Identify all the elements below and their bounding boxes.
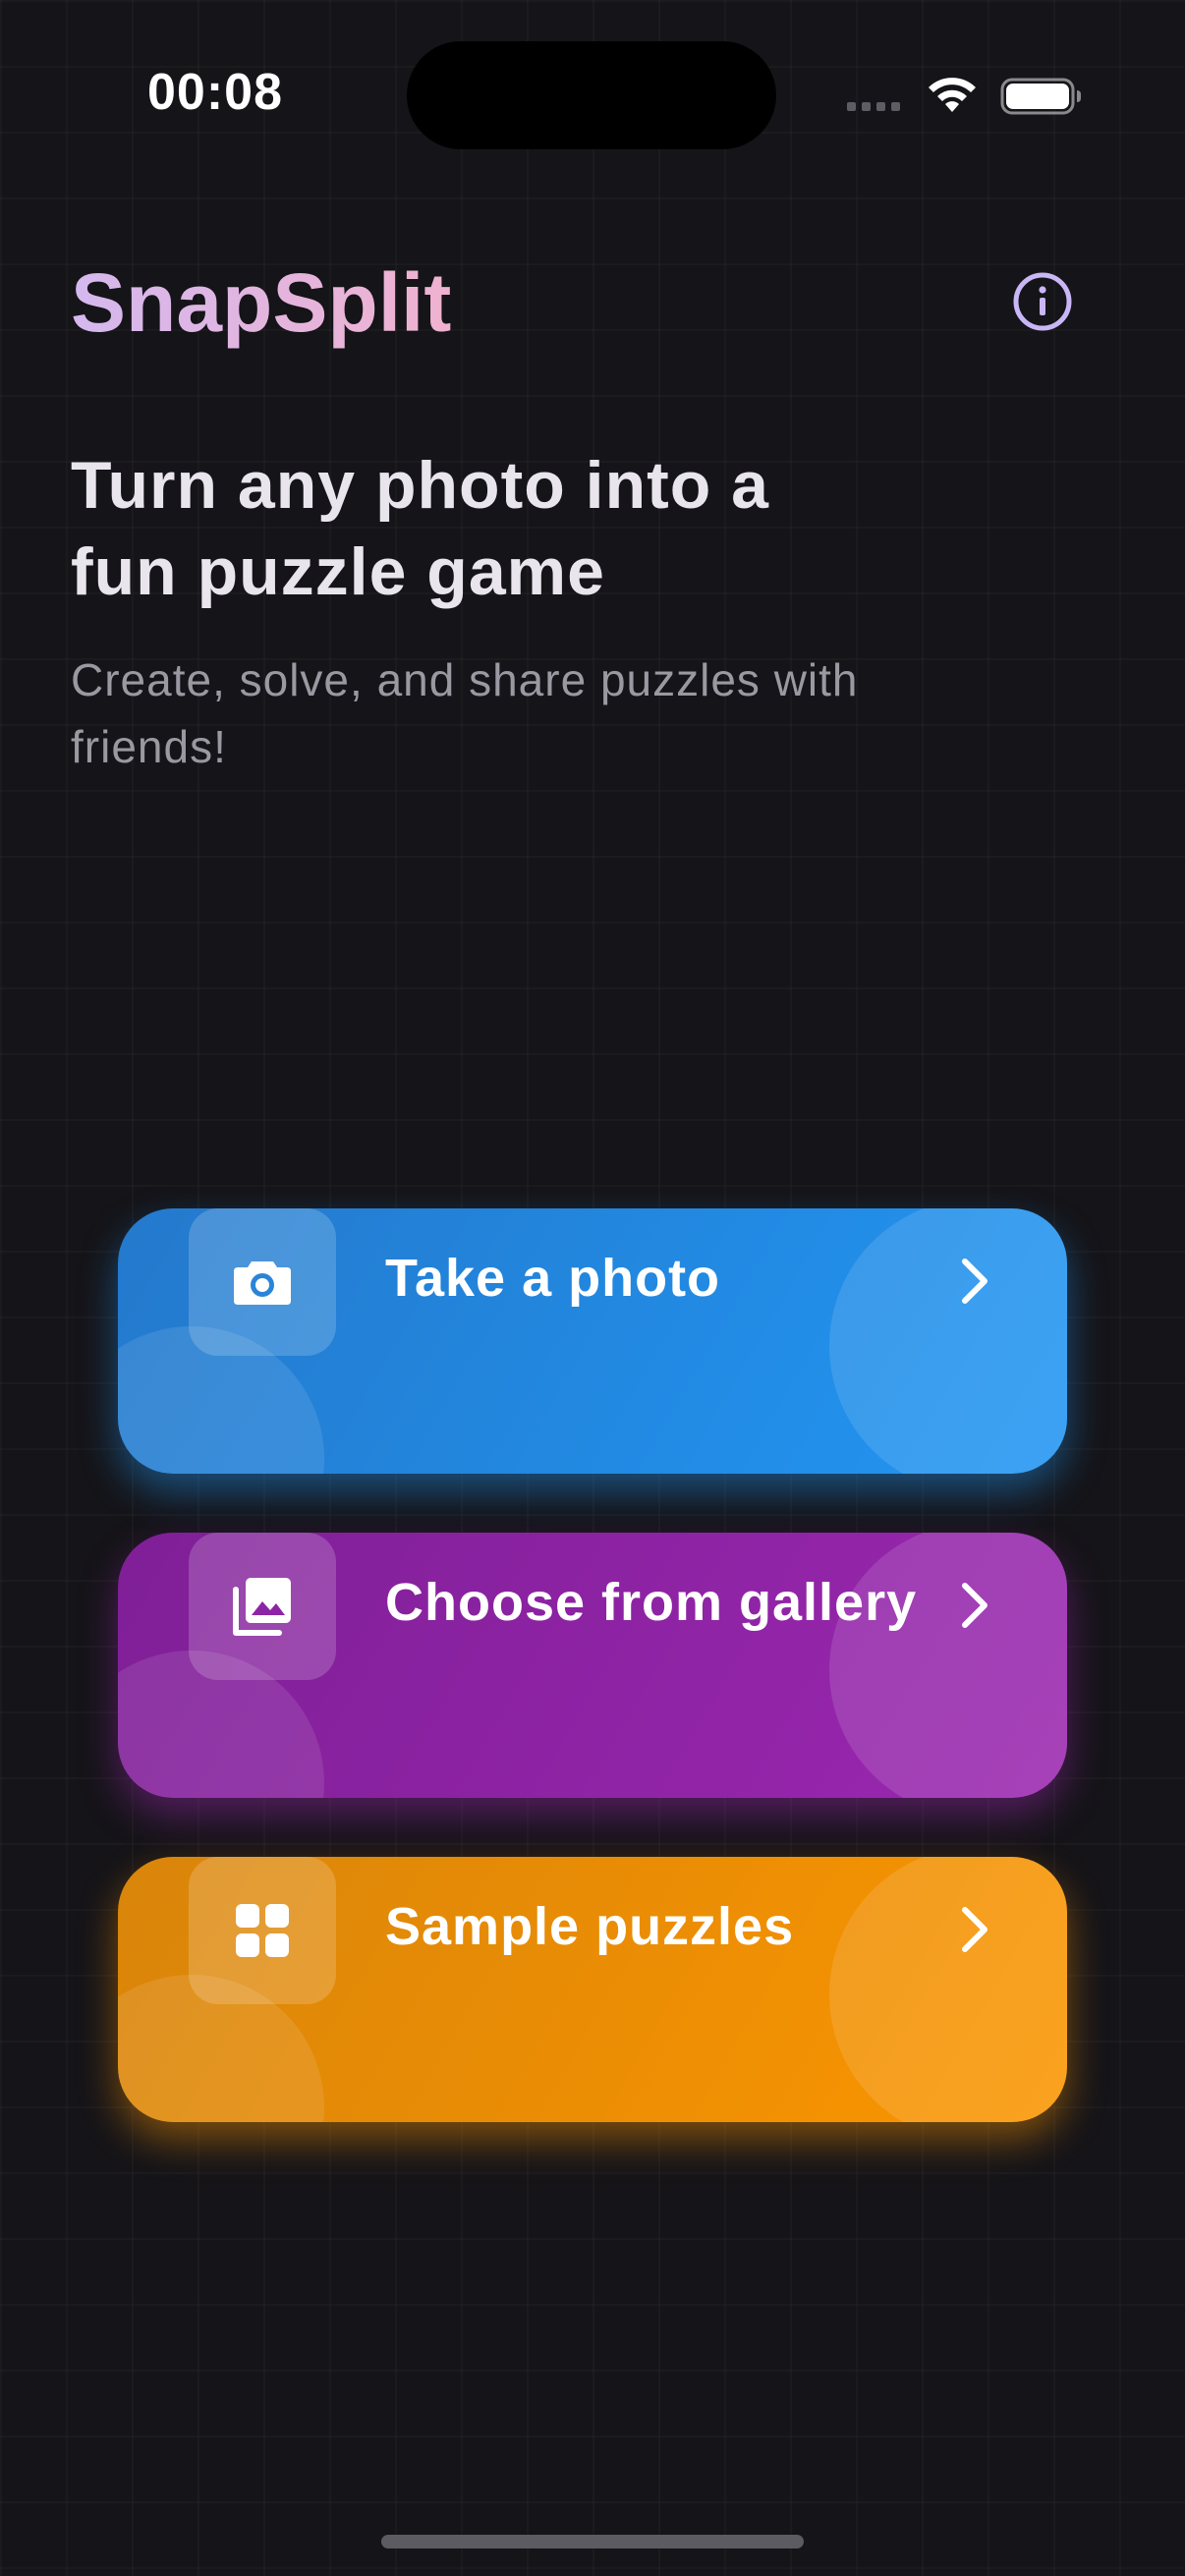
info-icon[interactable]: [1012, 271, 1073, 332]
app-title: SnapSplit: [71, 253, 451, 352]
chevron-right-icon: [962, 1907, 988, 1952]
headline-line-2: fun puzzle game: [71, 534, 605, 609]
decorative-bubble: [829, 1857, 1067, 2122]
home-indicator[interactable]: [381, 2535, 804, 2548]
headline: Turn any photo into a fun puzzle game: [71, 442, 955, 615]
grid-icon-tile: [189, 1857, 336, 2004]
gallery-icon-tile: [189, 1533, 336, 1680]
wifi-icon: [929, 78, 976, 112]
choose-gallery-button[interactable]: Choose from gallery: [118, 1533, 1067, 1798]
decorative-bubble: [829, 1208, 1067, 1474]
gallery-icon: [233, 1578, 291, 1636]
cellular-signal-icon: [847, 102, 900, 111]
camera-icon-tile: [189, 1208, 336, 1356]
sample-puzzles-label: Sample puzzles: [385, 1897, 795, 1956]
sample-puzzles-button[interactable]: Sample puzzles: [118, 1857, 1067, 2122]
grid-icon: [236, 1904, 289, 1957]
take-photo-button[interactable]: Take a photo: [118, 1208, 1067, 1474]
chevron-right-icon: [962, 1259, 988, 1304]
battery-icon: [1000, 78, 1081, 115]
home-screen: 00:08 SnapSplit Turn any photo into a fu…: [0, 0, 1185, 2576]
camera-icon: [234, 1261, 291, 1305]
headline-line-1: Turn any photo into a: [71, 448, 769, 523]
choose-gallery-label: Choose from gallery: [385, 1573, 918, 1632]
status-time: 00:08: [147, 64, 283, 121]
chevron-right-icon: [962, 1583, 988, 1628]
take-photo-label: Take a photo: [385, 1249, 721, 1308]
subheadline: Create, solve, and share puzzles with fr…: [71, 654, 859, 772]
dynamic-island: [407, 41, 776, 149]
